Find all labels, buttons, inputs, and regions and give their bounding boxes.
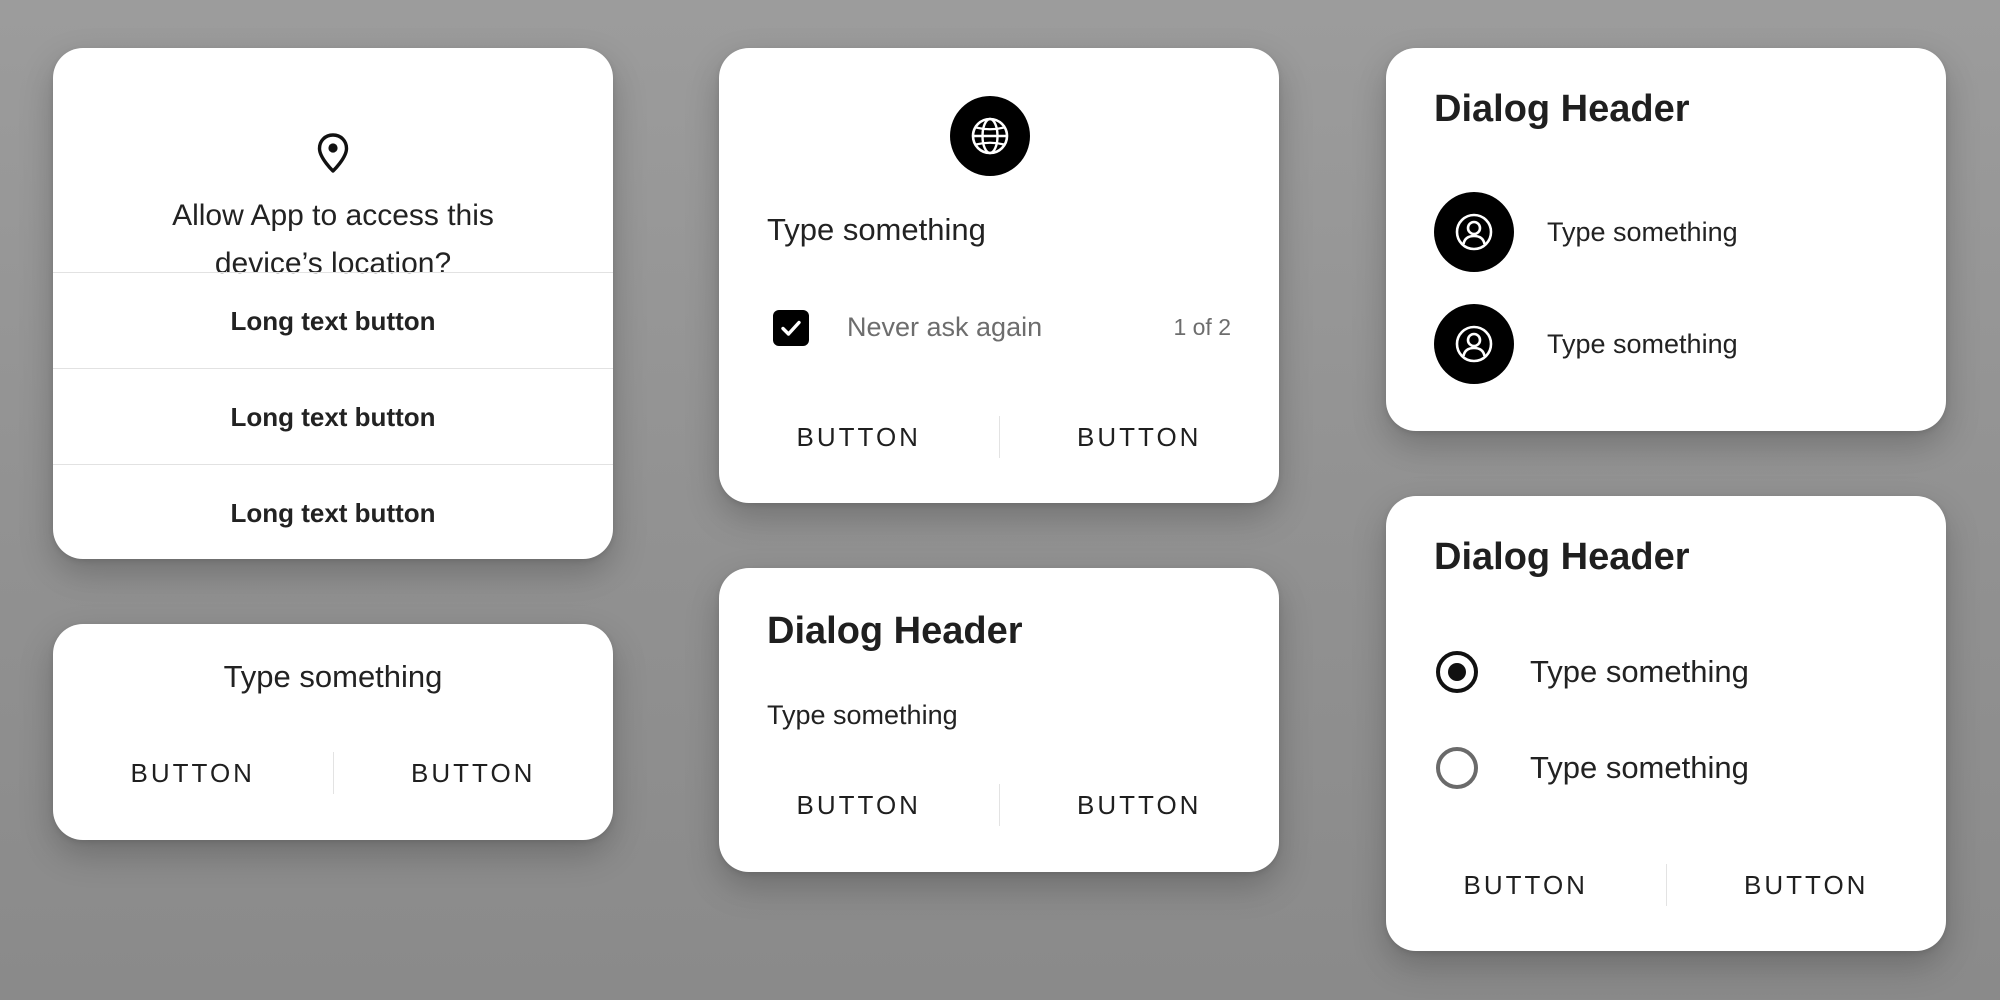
radio-selected-icon[interactable] [1436,651,1478,693]
left-button[interactable]: BUTTON [719,422,999,453]
dialog-actions: BUTTON BUTTON [1386,864,1946,906]
radio-unselected-icon[interactable] [1436,747,1478,789]
account-list-dialog: Dialog Header Type something Type someth… [1386,48,1946,431]
long-text-button-3[interactable]: Long text button [53,464,613,559]
globe-dialog: Type something Never ask again 1 of 2 BU… [719,48,1279,503]
long-text-button-2[interactable]: Long text button [53,368,613,465]
account-circle-icon [1434,192,1514,272]
account-item-label: Type something [1547,216,1738,247]
right-button[interactable]: BUTTON [1000,790,1280,821]
right-button[interactable]: BUTTON [1667,870,1947,901]
right-button[interactable]: BUTTON [334,758,614,789]
left-button[interactable]: BUTTON [719,790,999,821]
dialog-message: Type something [767,700,958,730]
long-text-button-1[interactable]: Long text button [53,272,613,369]
account-item-2[interactable]: Type something [1434,304,1898,384]
account-item-label: Type something [1547,328,1738,359]
radio-option-1[interactable]: Type something [1436,650,1898,694]
button-label: Long text button [230,305,436,336]
dialog-header: Dialog Header [1434,536,1690,578]
left-button[interactable]: BUTTON [1386,870,1666,901]
dialog-message: Type something [767,212,986,247]
account-item-1[interactable]: Type something [1434,192,1898,272]
left-button[interactable]: BUTTON [53,758,333,789]
dialog-title-line-1: Allow App to access this [172,199,494,232]
dialog-actions: BUTTON BUTTON [53,752,613,794]
page-indicator: 1 of 2 [1173,314,1231,340]
button-label: Long text button [230,497,436,528]
check-icon [781,320,801,336]
button-label: Long text button [230,401,436,432]
right-button[interactable]: BUTTON [1000,422,1280,453]
location-pin-icon [315,132,351,174]
radio-option-label: Type something [1530,654,1749,689]
radio-option-label: Type something [1530,750,1749,785]
dialog-message: Type something [223,659,443,694]
globe-icon [950,96,1030,176]
simple-dialog: Type something BUTTON BUTTON [53,624,613,840]
dialog-header: Dialog Header [767,610,1023,652]
radio-option-2[interactable]: Type something [1436,746,1898,790]
dialog-actions: BUTTON BUTTON [719,416,1279,458]
radio-dialog: Dialog Header Type something Type someth… [1386,496,1946,951]
never-ask-checkbox[interactable] [773,310,809,346]
checkbox-label[interactable]: Never ask again [847,312,1042,343]
dialog-header: Dialog Header [1434,88,1690,130]
header-text-dialog: Dialog Header Type something BUTTON BUTT… [719,568,1279,872]
location-permission-dialog: Allow App to access this device’s locati… [53,48,613,559]
account-circle-icon [1434,304,1514,384]
dialog-actions: BUTTON BUTTON [719,784,1279,826]
